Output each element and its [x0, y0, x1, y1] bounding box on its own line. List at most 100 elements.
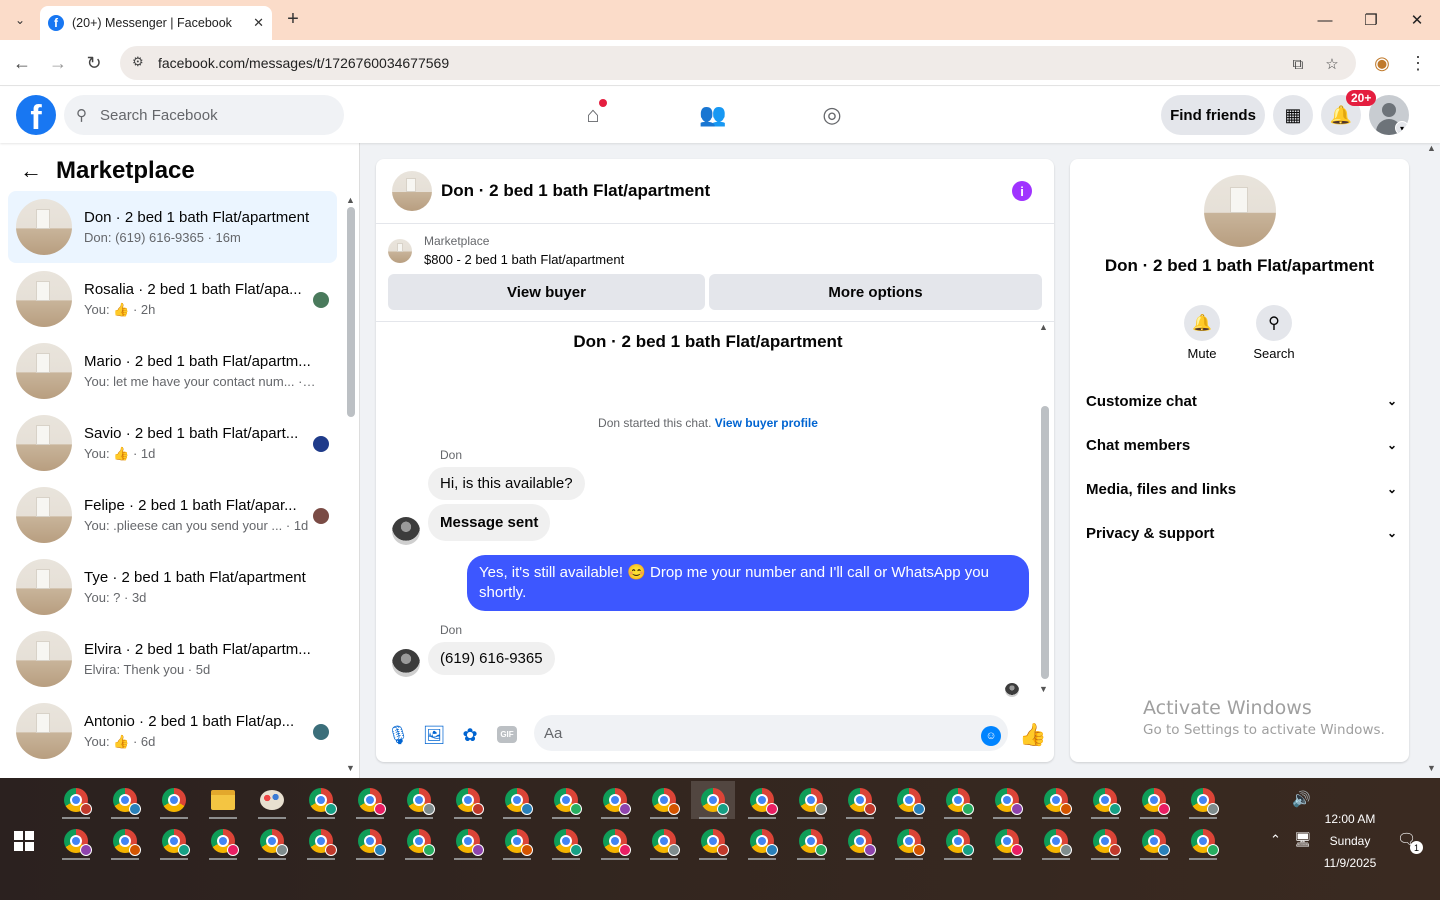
chrome-taskbar-icon[interactable]	[397, 781, 441, 819]
chat-title[interactable]: Don · 2 bed 1 bath Flat/apartment	[441, 181, 710, 201]
chrome-taskbar-icon[interactable]	[152, 781, 196, 819]
tray-expand-chevron-icon[interactable]: ⌃	[1270, 832, 1281, 848]
find-friends-button[interactable]: Find friends	[1161, 95, 1265, 135]
details-listing-image[interactable]	[1204, 175, 1276, 247]
view-buyer-profile-link[interactable]: View buyer profile	[715, 416, 818, 430]
profile-icon[interactable]: ◉	[1370, 51, 1394, 75]
chrome-taskbar-icon[interactable]	[250, 822, 294, 860]
sender-avatar[interactable]	[392, 649, 420, 677]
file-explorer-icon[interactable]	[201, 781, 245, 819]
sticker-icon[interactable]: ✿	[458, 723, 482, 747]
friends-icon[interactable]: 👥	[697, 99, 729, 131]
chat-scrollbar[interactable]	[1041, 406, 1049, 679]
chrome-taskbar-icon[interactable]	[201, 822, 245, 860]
menu-grid-icon[interactable]: ▦	[1273, 95, 1313, 135]
chrome-taskbar-icon[interactable]	[740, 822, 784, 860]
conversation-item[interactable]: Don · 2 bed 1 bath Flat/apartment Don: (6…	[8, 191, 337, 263]
install-app-icon[interactable]: ⧉	[1288, 54, 1308, 74]
media-files-links-section[interactable]: Media, files and links ⌄	[1086, 471, 1397, 507]
home-icon[interactable]: ⌂	[577, 99, 609, 131]
back-arrow-icon[interactable]: ←	[10, 51, 34, 75]
conversation-item[interactable]: Antonio · 2 bed 1 bath Flat/ap... You: 👍 …	[8, 695, 337, 767]
chrome-taskbar-icon[interactable]	[789, 822, 833, 860]
chrome-taskbar-icon[interactable]	[495, 781, 539, 819]
message-input[interactable]	[534, 715, 1008, 751]
chrome-taskbar-icon[interactable]	[152, 822, 196, 860]
conversation-item[interactable]: Felipe · 2 bed 1 bath Flat/apar... You: .…	[8, 479, 337, 551]
chrome-taskbar-icon[interactable]	[446, 781, 490, 819]
search-in-chat-button[interactable]: ⚲ Search	[1244, 305, 1304, 361]
facebook-logo-icon[interactable]: f	[16, 95, 56, 135]
chat-members-section[interactable]: Chat members ⌄	[1086, 427, 1397, 463]
chrome-taskbar-icon[interactable]	[642, 781, 686, 819]
windows-start-icon[interactable]	[14, 831, 34, 851]
conversation-item[interactable]: Tye · 2 bed 1 bath Flat/apartment You: ? …	[8, 551, 337, 623]
chrome-taskbar-icon[interactable]	[544, 781, 588, 819]
action-center-icon[interactable]: 🗨 1	[1397, 830, 1423, 854]
mute-button[interactable]: 🔔 Mute	[1172, 305, 1232, 361]
chrome-taskbar-icon[interactable]	[1034, 822, 1078, 860]
scroll-up-arrow-icon[interactable]: ▲	[346, 195, 355, 205]
emoji-icon[interactable]: ☺	[981, 726, 1001, 746]
conversation-item[interactable]: Mario · 2 bed 1 bath Flat/apartm... You: …	[8, 335, 337, 407]
bookmark-star-icon[interactable]: ☆	[1322, 54, 1342, 74]
chrome-taskbar-icon[interactable]	[740, 781, 784, 819]
chrome-taskbar-icon[interactable]	[103, 781, 147, 819]
chrome-taskbar-icon[interactable]	[936, 781, 980, 819]
chrome-taskbar-icon[interactable]	[446, 822, 490, 860]
microphone-icon[interactable]: 🎙	[386, 723, 410, 747]
chrome-taskbar-icon[interactable]	[936, 822, 980, 860]
gif-icon[interactable]: GIF	[497, 726, 517, 743]
conversation-item[interactable]: Elvira · 2 bed 1 bath Flat/apartm... Elvi…	[8, 623, 337, 695]
minimize-icon[interactable]: —	[1310, 8, 1340, 32]
chrome-taskbar-icon[interactable]	[299, 822, 343, 860]
page-scroll-down-icon[interactable]: ▼	[1427, 763, 1436, 773]
chrome-taskbar-icon[interactable]	[1181, 781, 1225, 819]
chrome-taskbar-icon[interactable]	[299, 781, 343, 819]
privacy-support-section[interactable]: Privacy & support ⌄	[1086, 515, 1397, 551]
chrome-taskbar-icon[interactable]	[1083, 781, 1127, 819]
chrome-taskbar-icon[interactable]	[54, 822, 98, 860]
incoming-message[interactable]: Message sent	[428, 504, 551, 541]
listing-info[interactable]: Marketplace $800 - 2 bed 1 bath Flat/apa…	[388, 234, 624, 267]
site-info-icon[interactable]: ⚙	[132, 54, 150, 72]
outgoing-message[interactable]: Yes, it's still available! 😊 Drop me you…	[467, 555, 1029, 611]
chrome-taskbar-icon[interactable]	[1132, 781, 1176, 819]
forward-arrow-icon[interactable]: →	[46, 51, 70, 75]
chrome-taskbar-icon[interactable]	[103, 822, 147, 860]
chrome-taskbar-icon[interactable]	[985, 781, 1029, 819]
chrome-taskbar-icon[interactable]	[985, 822, 1029, 860]
incoming-message[interactable]: (619) 616-9365	[428, 642, 555, 675]
volume-icon[interactable]: 🔊	[1292, 790, 1311, 808]
conversation-item[interactable]: Rosalia · 2 bed 1 bath Flat/apa... You: 👍…	[8, 263, 337, 335]
browser-menu-icon[interactable]: ⋮	[1406, 51, 1430, 75]
view-buyer-button[interactable]: View buyer	[388, 274, 705, 310]
conversation-item[interactable]: Savio · 2 bed 1 bath Flat/apart... You: 👍…	[8, 407, 337, 479]
taskbar-clock[interactable]: 12:00 AM Sunday 11/9/2025	[1310, 808, 1390, 874]
chrome-taskbar-icon[interactable]	[838, 781, 882, 819]
groups-icon[interactable]: ◎	[816, 99, 848, 131]
back-arrow-icon[interactable]: ←	[20, 158, 42, 184]
tab-close-icon[interactable]: ✕	[253, 15, 264, 31]
chrome-taskbar-icon[interactable]	[54, 781, 98, 819]
window-close-icon[interactable]: ✕	[1402, 8, 1432, 32]
sender-avatar[interactable]	[392, 517, 420, 545]
new-tab-plus-icon[interactable]: +	[282, 8, 304, 30]
chrome-taskbar-icon[interactable]	[887, 822, 931, 860]
chrome-taskbar-icon[interactable]	[1132, 822, 1176, 860]
chrome-taskbar-icon[interactable]	[1181, 822, 1225, 860]
scroll-down-arrow-icon[interactable]: ▼	[346, 763, 355, 773]
chrome-taskbar-icon[interactable]	[1083, 822, 1127, 860]
incoming-message[interactable]: Hi, is this available?	[428, 467, 585, 500]
reload-icon[interactable]: ↻	[82, 51, 106, 75]
search-facebook-input[interactable]: ⚲ Search Facebook	[64, 95, 344, 135]
chrome-taskbar-icon[interactable]	[887, 781, 931, 819]
browser-tab[interactable]: f (20+) Messenger | Facebook ✕	[40, 6, 272, 40]
chat-listing-thumbnail[interactable]	[392, 171, 432, 211]
chrome-taskbar-icon[interactable]	[348, 781, 392, 819]
chrome-taskbar-icon[interactable]	[691, 781, 735, 819]
scroll-down-arrow-icon[interactable]: ▼	[1039, 684, 1048, 694]
chrome-taskbar-icon[interactable]	[691, 822, 735, 860]
page-scroll-up-icon[interactable]: ▲	[1427, 143, 1436, 153]
restore-icon[interactable]: ❐	[1356, 8, 1386, 32]
